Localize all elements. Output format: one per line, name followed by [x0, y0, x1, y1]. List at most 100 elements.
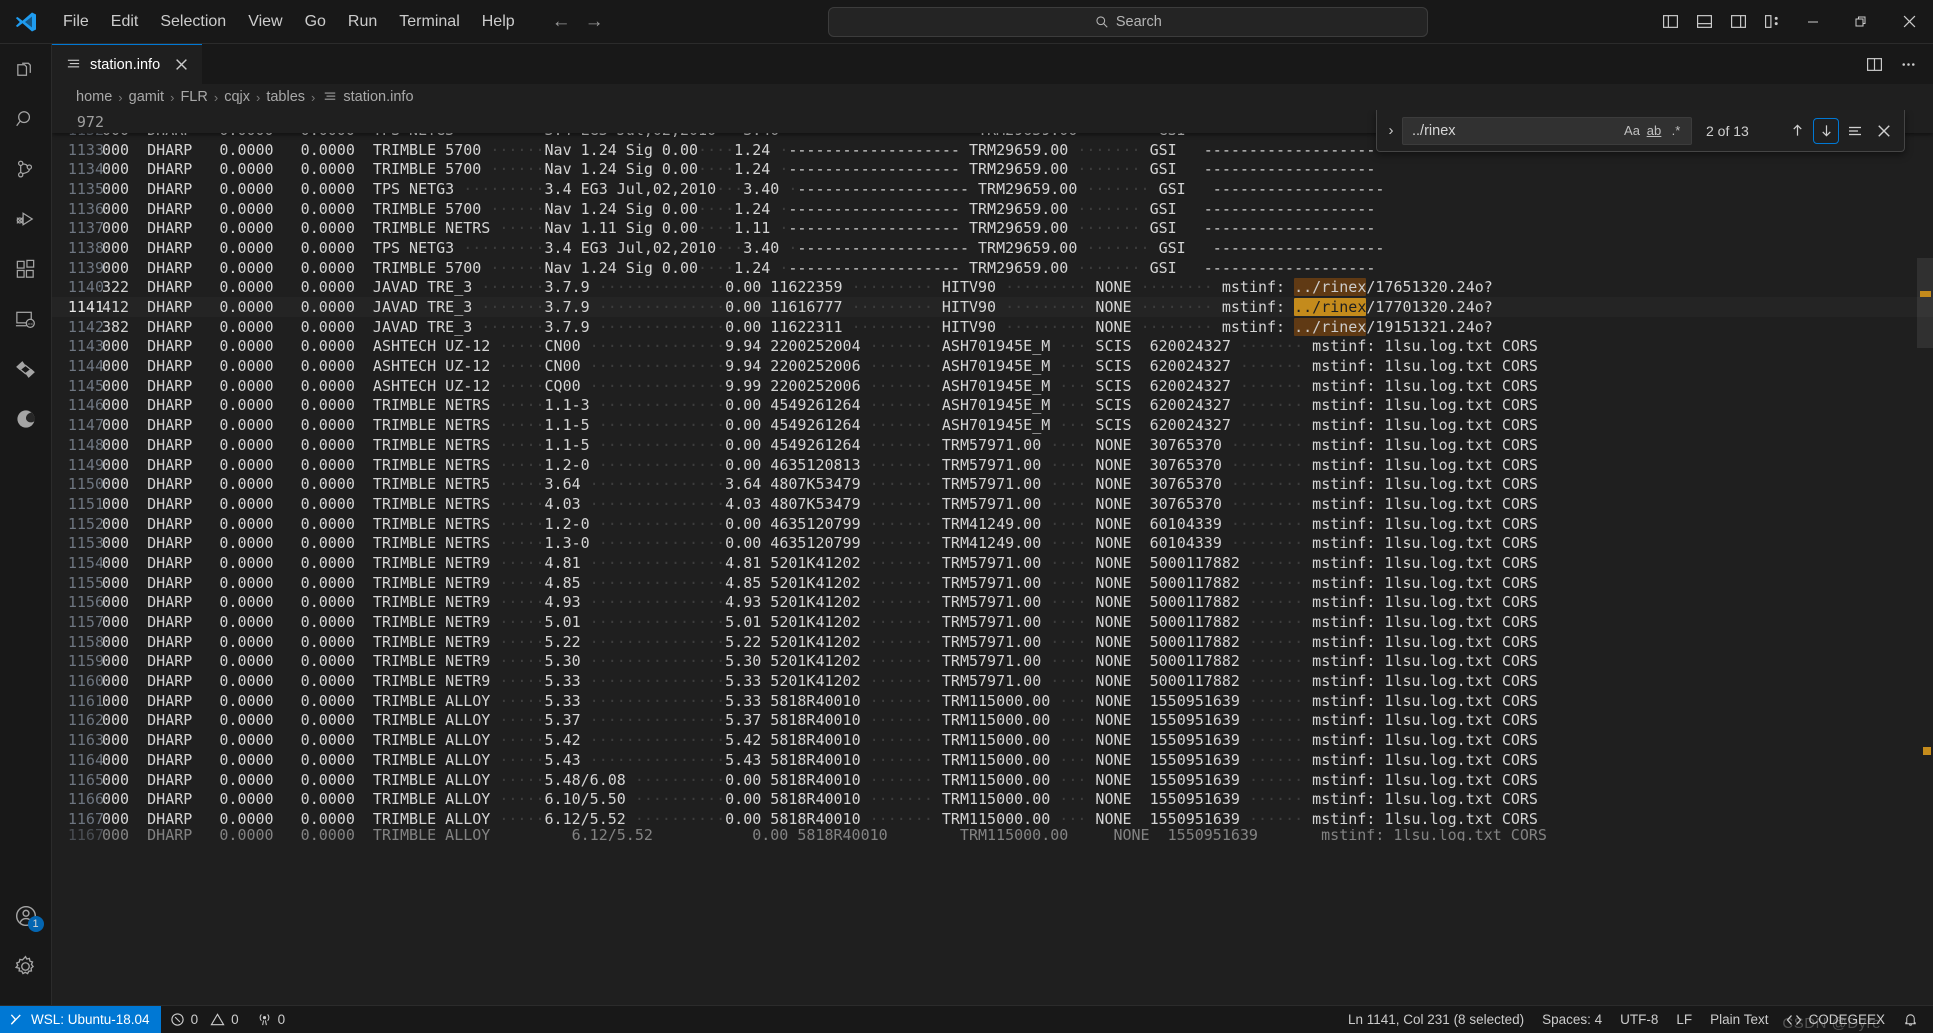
current-search-match[interactable]: ../rinex [1294, 298, 1367, 317]
find-in-selection-button[interactable] [1842, 118, 1868, 144]
code-line[interactable]: 1147 000 DHARP 0.0000 0.0000 TRIMBLE NETR… [52, 415, 1933, 435]
code-line[interactable]: 1142 382 DHARP 0.0000 0.0000 JAVAD TRE_3 … [52, 317, 1933, 337]
overview-ruler-match[interactable] [1920, 291, 1931, 297]
tab-station-info[interactable]: station.info [52, 44, 203, 84]
codegeex-status[interactable]: CODEGEEX [1777, 1006, 1894, 1033]
sidebar-item-remote-explorer[interactable]: >< [0, 294, 52, 344]
find-previous-button[interactable] [1784, 118, 1810, 144]
breadcrumb-item-gamit[interactable]: gamit [129, 89, 164, 105]
menu-selection[interactable]: Selection [149, 9, 237, 35]
sidebar-item-extensions[interactable] [0, 244, 52, 294]
menu-terminal[interactable]: Terminal [388, 9, 470, 35]
breadcrumb-item-flr[interactable]: FLR [180, 89, 207, 105]
chevron-right-icon[interactable]: › [1380, 122, 1402, 139]
split-editor-button[interactable] [1859, 49, 1889, 79]
code-line[interactable]: 1157 000 DHARP 0.0000 0.0000 TRIMBLE NETR… [52, 612, 1933, 632]
close-button[interactable] [1885, 0, 1933, 44]
breadcrumb-item-home[interactable]: home [76, 89, 112, 105]
toggle-panel-button[interactable] [1687, 5, 1721, 39]
restore-button[interactable] [1837, 0, 1885, 44]
code-line[interactable]: 1139 000 DHARP 0.0000 0.0000 TRIMBLE 5700… [52, 258, 1933, 278]
menu-edit[interactable]: Edit [100, 9, 150, 35]
whole-word-toggle[interactable]: ab [1643, 120, 1665, 142]
menu-go[interactable]: Go [294, 9, 337, 35]
arrow-left-icon[interactable]: ← [552, 12, 571, 31]
problems-status[interactable]: 0 0 [161, 1006, 248, 1033]
close-find-button[interactable] [1871, 118, 1897, 144]
breadcrumb-item-station-info[interactable]: station.info [343, 89, 413, 105]
cursor-position-status[interactable]: Ln 1141, Col 231 (8 selected) [1339, 1006, 1533, 1033]
close-icon[interactable] [175, 58, 188, 71]
code-line[interactable]: 1165 000 DHARP 0.0000 0.0000 TRIMBLE ALLO… [52, 770, 1933, 790]
code-line[interactable]: 1137 000 DHARP 0.0000 0.0000 TRIMBLE NETR… [52, 218, 1933, 238]
code-line[interactable]: 1152 000 DHARP 0.0000 0.0000 TRIMBLE NETR… [52, 514, 1933, 534]
customize-layout-button[interactable] [1755, 5, 1789, 39]
code-line[interactable]: 1167 000 DHARP 0.0000 0.0000 TRIMBLE ALLO… [52, 809, 1933, 829]
code-editor[interactable]: 972 1131000 DHARP 0.0000 0.0000 TPS NETG… [52, 110, 1933, 1005]
manage-settings-button[interactable] [0, 941, 52, 991]
code-line[interactable]: 1141 412 DHARP 0.0000 0.0000 JAVAD TRE_3 … [52, 297, 1933, 317]
code-line[interactable]: 1138 000 DHARP 0.0000 0.0000 TPS NETG3 ··… [52, 238, 1933, 258]
indentation-status[interactable]: Spaces: 4 [1533, 1006, 1611, 1033]
toggle-secondary-sidebar-button[interactable] [1721, 5, 1755, 39]
search-match[interactable]: ../rinex [1294, 317, 1367, 336]
ports-status[interactable]: 0 [248, 1006, 295, 1033]
arrow-right-icon[interactable]: → [585, 12, 604, 31]
scrollbar-slider[interactable] [1917, 258, 1933, 348]
code-line[interactable]: 1151 000 DHARP 0.0000 0.0000 TRIMBLE NETR… [52, 494, 1933, 514]
code-line[interactable]: 1161 000 DHARP 0.0000 0.0000 TRIMBLE ALLO… [52, 691, 1933, 711]
menu-run[interactable]: Run [337, 9, 388, 35]
sidebar-item-run-and-debug[interactable] [0, 194, 52, 244]
code-line[interactable]: 1156 000 DHARP 0.0000 0.0000 TRIMBLE NETR… [52, 593, 1933, 613]
code-line[interactable]: 1140 322 DHARP 0.0000 0.0000 JAVAD TRE_3 … [52, 278, 1933, 298]
code-line[interactable]: 1144 000 DHARP 0.0000 0.0000 ASHTECH UZ-1… [52, 356, 1933, 376]
code-line[interactable]: 1154 000 DHARP 0.0000 0.0000 TRIMBLE NETR… [52, 553, 1933, 573]
minimize-button[interactable] [1789, 0, 1837, 44]
search-match[interactable]: ../rinex [1294, 278, 1367, 297]
code-line[interactable]: 1145 000 DHARP 0.0000 0.0000 ASHTECH UZ-1… [52, 376, 1933, 396]
code-line[interactable]: 1148 000 DHARP 0.0000 0.0000 TRIMBLE NETR… [52, 435, 1933, 455]
code-line[interactable]: 1158 000 DHARP 0.0000 0.0000 TRIMBLE NETR… [52, 632, 1933, 652]
menu-file[interactable]: File [52, 9, 100, 35]
code-line[interactable]: 1136 000 DHARP 0.0000 0.0000 TRIMBLE 5700… [52, 199, 1933, 219]
code-line[interactable]: 1159 000 DHARP 0.0000 0.0000 TRIMBLE NETR… [52, 652, 1933, 672]
search-input[interactable]: Search [828, 6, 1429, 37]
find-input[interactable]: ../rinex Aa ab .* [1402, 116, 1692, 145]
menu-view[interactable]: View [237, 9, 293, 35]
editor-vertical-scrollbar[interactable] [1917, 110, 1933, 1005]
code-line[interactable]: 1160 000 DHARP 0.0000 0.0000 TRIMBLE NETR… [52, 671, 1933, 691]
breadcrumb-item-cqjx[interactable]: cqjx [224, 89, 250, 105]
code-line[interactable]: 1153 000 DHARP 0.0000 0.0000 TRIMBLE NETR… [52, 533, 1933, 553]
notifications-button[interactable] [1894, 1006, 1927, 1033]
remote-indicator[interactable]: WSL: Ubuntu-18.04 [0, 1005, 161, 1033]
code-line[interactable]: 1163 000 DHARP 0.0000 0.0000 TRIMBLE ALLO… [52, 730, 1933, 750]
eol-status[interactable]: LF [1667, 1006, 1701, 1033]
match-case-toggle[interactable]: Aa [1621, 120, 1643, 142]
regex-toggle[interactable]: .* [1665, 120, 1687, 142]
toggle-primary-sidebar-button[interactable] [1653, 5, 1687, 39]
code-line[interactable]: 1167 000 DHARP 0.0000 0.0000 TRIMBLE ALLO… [52, 829, 1933, 841]
code-line[interactable]: 1150 000 DHARP 0.0000 0.0000 TRIMBLE NETR… [52, 474, 1933, 494]
breadcrumb-item-tables[interactable]: tables [266, 89, 305, 105]
more-actions-button[interactable] [1893, 49, 1923, 79]
sidebar-item-source-control[interactable] [0, 144, 52, 194]
sidebar-item-explorer[interactable] [0, 44, 52, 94]
code-line[interactable]: 1164 000 DHARP 0.0000 0.0000 TRIMBLE ALLO… [52, 750, 1933, 770]
code-line[interactable]: 1155 000 DHARP 0.0000 0.0000 TRIMBLE NETR… [52, 573, 1933, 593]
language-mode-status[interactable]: Plain Text [1701, 1006, 1777, 1033]
code-line[interactable]: 1143 000 DHARP 0.0000 0.0000 ASHTECH UZ-1… [52, 337, 1933, 357]
code-line[interactable]: 1166 000 DHARP 0.0000 0.0000 TRIMBLE ALLO… [52, 789, 1933, 809]
find-next-button[interactable] [1813, 117, 1839, 144]
sidebar-item-codegeex[interactable] [0, 344, 52, 394]
code-line[interactable]: 1135 000 DHARP 0.0000 0.0000 TPS NETG3 ··… [52, 179, 1933, 199]
menu-help[interactable]: Help [471, 9, 526, 35]
accounts-button[interactable]: 1 [0, 891, 52, 941]
code-line[interactable]: 1162 000 DHARP 0.0000 0.0000 TRIMBLE ALLO… [52, 711, 1933, 731]
code-line[interactable]: 1149 000 DHARP 0.0000 0.0000 TRIMBLE NETR… [52, 455, 1933, 475]
sidebar-item-search[interactable] [0, 94, 52, 144]
code-line[interactable]: 1134 000 DHARP 0.0000 0.0000 TRIMBLE 5700… [52, 159, 1933, 179]
overview-ruler-match[interactable] [1923, 747, 1931, 755]
code-line[interactable]: 1146 000 DHARP 0.0000 0.0000 TRIMBLE NETR… [52, 396, 1933, 416]
sidebar-item-edge-tools[interactable] [0, 394, 52, 444]
encoding-status[interactable]: UTF-8 [1611, 1006, 1667, 1033]
